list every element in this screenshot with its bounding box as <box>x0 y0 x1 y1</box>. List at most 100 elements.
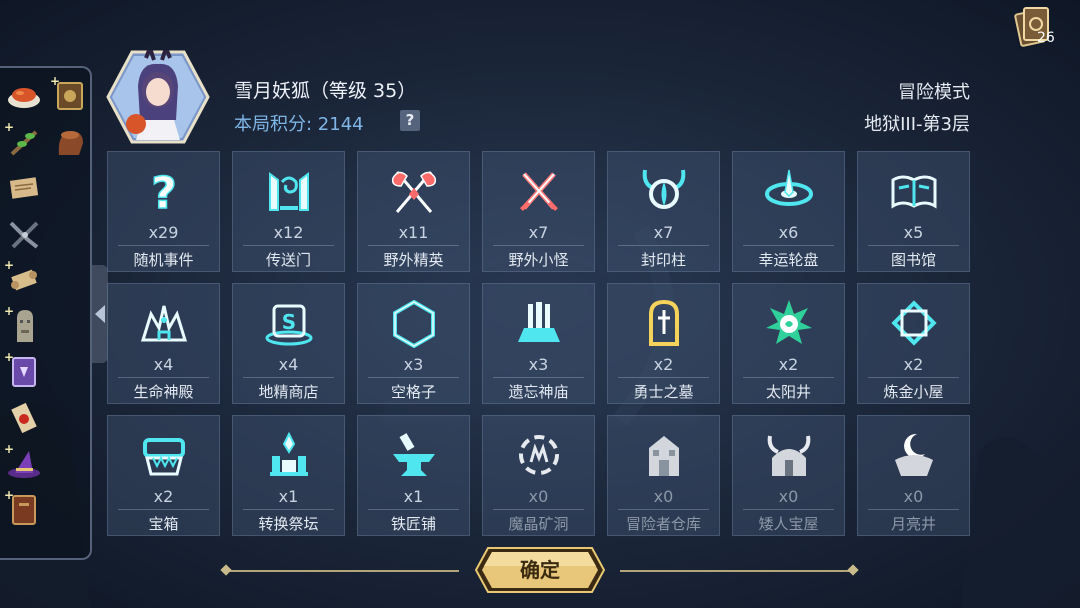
pliers-icon[interactable] <box>6 216 42 252</box>
building-card[interactable]: S x4 地精商店 <box>232 283 345 404</box>
divider <box>868 377 959 378</box>
tombstone-icon <box>649 299 679 346</box>
building-label: 勇士之墓 <box>633 383 694 401</box>
svg-text:S: S <box>282 310 296 334</box>
building-label: 野外精英 <box>383 251 444 269</box>
building-label: 野外小怪 <box>508 251 569 269</box>
building-card[interactable]: ? x29 随机事件 <box>107 151 220 272</box>
building-count: x1 <box>403 487 424 506</box>
deck-count: 26 <box>1037 30 1055 46</box>
building-card[interactable]: x2 勇士之墓 <box>607 283 720 404</box>
divider <box>118 509 209 510</box>
upgrade-plus-icon: + <box>4 304 15 318</box>
divider <box>243 377 334 378</box>
divider <box>618 245 709 246</box>
building-count: x7 <box>528 223 549 242</box>
anvil-icon <box>393 433 435 476</box>
game-mode: 冒险模式 <box>898 82 970 103</box>
scroll-icon[interactable]: + <box>4 258 42 298</box>
building-label: 图书馆 <box>890 251 936 269</box>
building-label: 铁匠铺 <box>390 515 436 533</box>
building-card[interactable]: x2 宝箱 <box>107 415 220 536</box>
magic-tome-icon[interactable]: + <box>4 350 42 390</box>
hero-avatar[interactable] <box>106 50 210 144</box>
divider <box>493 245 584 246</box>
inventory-collapse-tab[interactable] <box>92 265 108 363</box>
building-count: x2 <box>778 355 799 374</box>
divider <box>243 245 334 246</box>
building-label: 遗忘神庙 <box>508 383 569 401</box>
building-card[interactable]: x3 空格子 <box>357 283 470 404</box>
building-card[interactable]: x0 矮人宝屋 <box>732 415 845 536</box>
roast-meat-icon[interactable] <box>6 78 42 114</box>
building-label: 幸运轮盘 <box>758 251 819 269</box>
building-label: 魔晶矿洞 <box>508 515 569 533</box>
upgrade-plus-icon: + <box>50 74 61 88</box>
open-book-icon <box>891 175 937 209</box>
divider <box>368 245 459 246</box>
building-count: x2 <box>153 487 174 506</box>
crystal-mine-icon <box>519 435 559 475</box>
herb-branch-icon[interactable]: + <box>4 120 42 160</box>
building-card[interactable]: x7 封印柱 <box>607 151 720 272</box>
spellbook-icon[interactable]: + <box>50 74 88 114</box>
building-card[interactable]: x7 野外小怪 <box>482 151 595 272</box>
building-card[interactable]: x2 太阳井 <box>732 283 845 404</box>
wizard-hat-icon[interactable]: + <box>4 442 42 482</box>
building-card[interactable]: x1 铁匠铺 <box>357 415 470 536</box>
decor-diamond <box>847 564 859 576</box>
sealed-scroll-icon[interactable] <box>6 400 42 436</box>
building-card[interactable]: x4 生命神殿 <box>107 283 220 404</box>
divider <box>493 509 584 510</box>
divider <box>118 377 209 378</box>
building-label: 随机事件 <box>133 251 194 269</box>
building-card[interactable]: x6 幸运轮盘 <box>732 151 845 272</box>
building-label: 太阳井 <box>765 383 811 401</box>
building-label: 空格子 <box>390 383 436 401</box>
divider <box>618 377 709 378</box>
building-count: x29 <box>148 223 179 242</box>
treasure-chest-icon <box>143 438 185 476</box>
building-card[interactable]: x0 魔晶矿洞 <box>482 415 595 536</box>
empty-hexagon-icon <box>393 299 435 348</box>
divider <box>743 509 834 510</box>
building-label: 生命神殿 <box>133 383 194 401</box>
upgrade-plus-icon: + <box>4 258 15 272</box>
alchemy-hut-icon <box>891 300 937 346</box>
building-count: x0 <box>653 487 674 506</box>
building-count: x0 <box>528 487 549 506</box>
decor-diamond <box>220 564 232 576</box>
building-card[interactable]: x5 图书馆 <box>857 151 970 272</box>
building-card[interactable]: x11 野外精英 <box>357 151 470 272</box>
building-card[interactable]: x1 转换祭坛 <box>232 415 345 536</box>
tree-stump-icon[interactable] <box>52 124 88 160</box>
building-card[interactable]: x2 炼金小屋 <box>857 283 970 404</box>
question-mark-icon: ? <box>150 167 177 216</box>
confirm-button-label[interactable]: 确定 <box>474 546 606 594</box>
building-count: x5 <box>903 223 924 242</box>
hero-name: 雪月妖狐（等级 35） <box>234 80 417 102</box>
building-label: 矮人宝屋 <box>758 515 819 533</box>
moai-statue-icon[interactable]: + <box>4 304 42 344</box>
building-count: x3 <box>528 355 549 374</box>
building-count: x3 <box>403 355 424 374</box>
leather-book-icon[interactable]: + <box>4 488 42 528</box>
building-count: x1 <box>278 487 299 506</box>
divider <box>743 377 834 378</box>
portal-icon <box>269 172 309 211</box>
building-card[interactable]: x12 传送门 <box>232 151 345 272</box>
building-count: x4 <box>153 355 174 374</box>
building-card[interactable]: x0 月亮井 <box>857 415 970 536</box>
building-count: x0 <box>903 487 924 506</box>
building-label: 封印柱 <box>640 251 686 269</box>
lucky-wheel-icon <box>765 169 813 206</box>
divider <box>868 509 959 510</box>
building-card[interactable]: x0 冒险者仓库 <box>607 415 720 536</box>
building-card[interactable]: x3 遗忘神庙 <box>482 283 595 404</box>
parchment-icon[interactable] <box>6 170 42 206</box>
divider <box>868 245 959 246</box>
building-count: x2 <box>653 355 674 374</box>
help-button[interactable]: ? <box>400 110 420 131</box>
building-grid: ? x29 随机事件 x12 传送门 x11 野外精英 x7 野外小怪 x7 封… <box>107 151 971 536</box>
decor-line-left <box>226 570 459 572</box>
